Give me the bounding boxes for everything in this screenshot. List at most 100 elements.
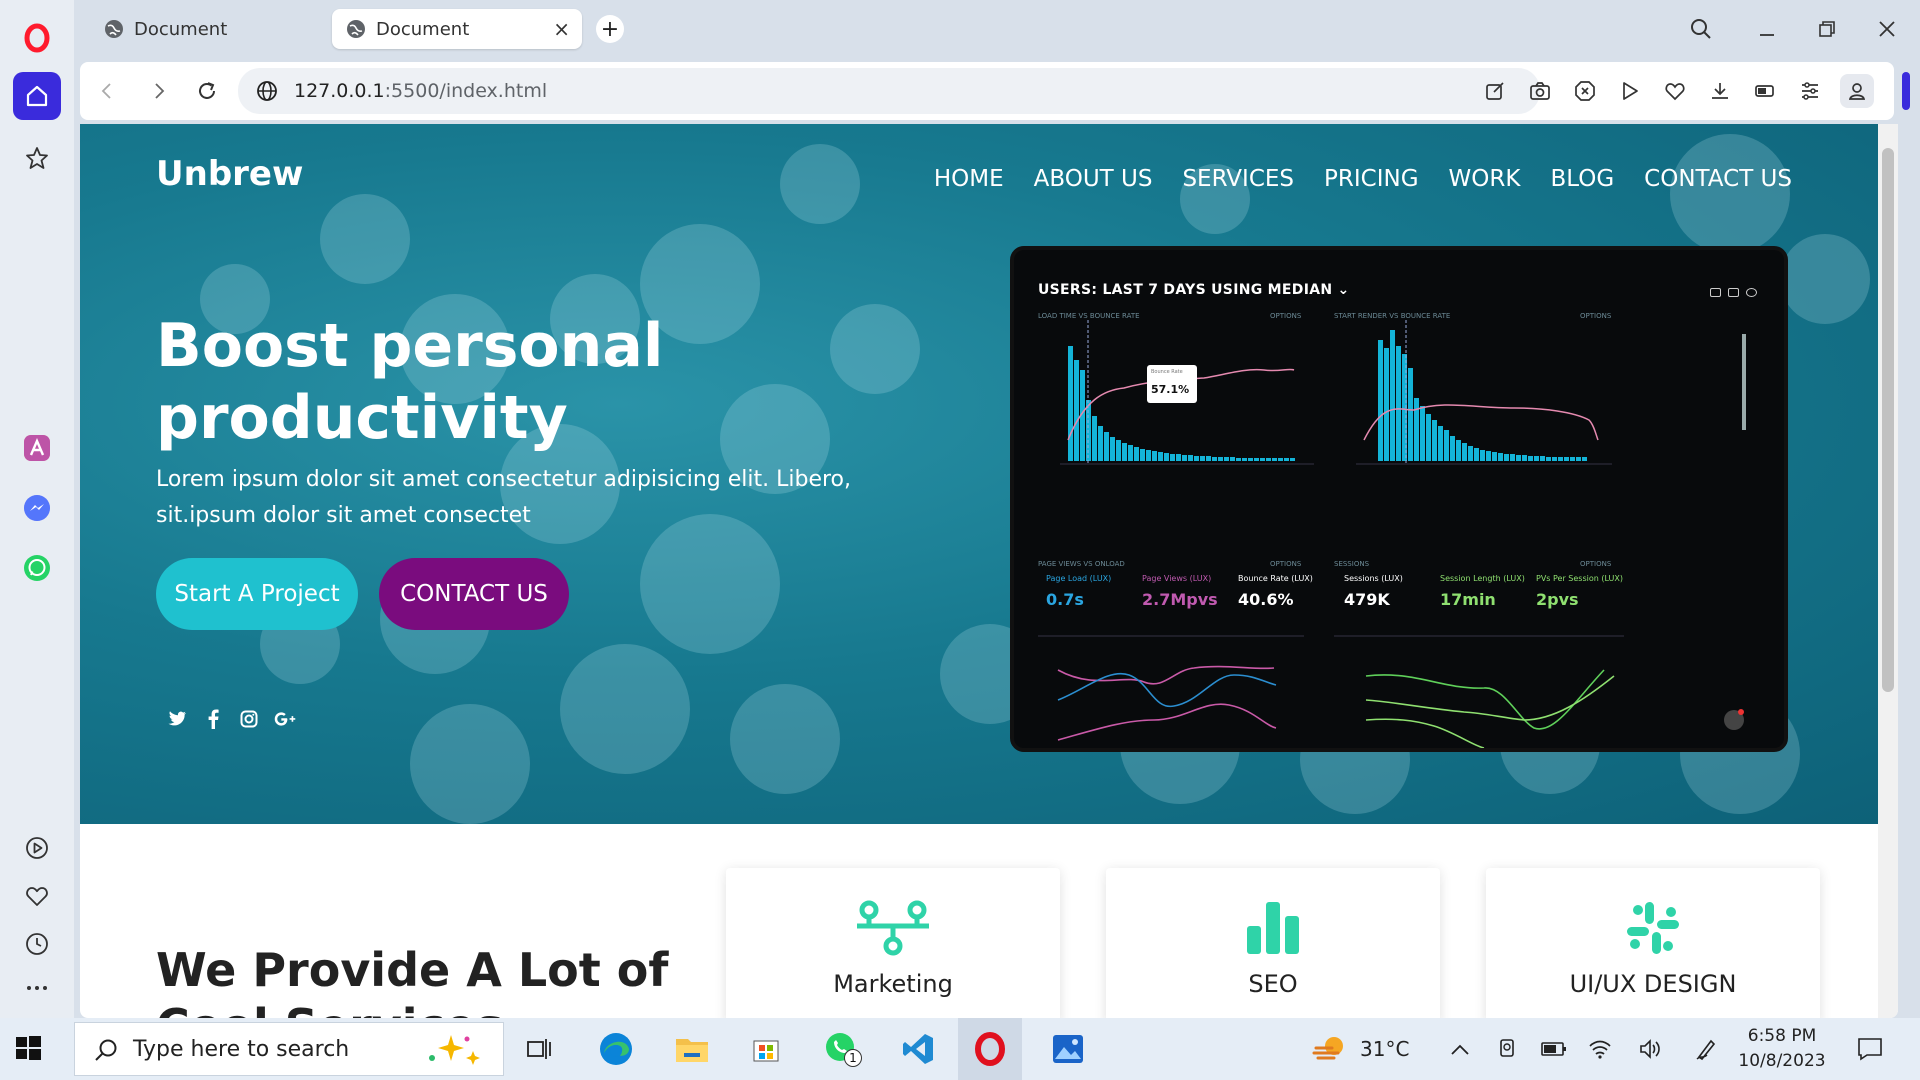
battery-icon[interactable] — [1534, 1029, 1574, 1069]
aria-icon[interactable] — [13, 424, 61, 472]
clock-date: 10/8/2023 — [1738, 1051, 1826, 1071]
hero-section: Unbrew HOME ABOUT US SERVICES PRICING WO… — [80, 124, 1878, 824]
metric-value: 17min — [1440, 590, 1496, 609]
scrollbar-thumb[interactable] — [1882, 148, 1894, 692]
minimize-icon[interactable] — [1752, 14, 1782, 44]
new-tab-button[interactable]: + — [596, 15, 624, 43]
main-nav: HOME ABOUT US SERVICES PRICING WORK BLOG… — [934, 166, 1792, 192]
metric-label: Page Load (LUX) — [1046, 574, 1112, 583]
weather-widget[interactable]: 31°C — [1312, 1018, 1409, 1080]
home-icon[interactable] — [13, 72, 61, 120]
nav-home[interactable]: HOME — [934, 166, 1004, 192]
facebook-icon[interactable] — [202, 708, 224, 730]
wifi-icon[interactable] — [1580, 1029, 1620, 1069]
google-plus-icon[interactable] — [274, 708, 296, 730]
more-icon[interactable] — [13, 964, 61, 1012]
opera-sidebar — [0, 0, 74, 1018]
weather-temp: 31°C — [1360, 1037, 1410, 1061]
restore-icon[interactable] — [1812, 14, 1842, 44]
search-placeholder: Type here to search — [133, 1036, 350, 1062]
contact-us-button[interactable]: CONTACT US — [379, 558, 569, 630]
download-icon[interactable] — [1705, 76, 1735, 106]
page-viewport: Unbrew HOME ABOUT US SERVICES PRICING WO… — [80, 124, 1898, 1018]
dashboard-screenshot: USERS: LAST 7 DAYS USING MEDIAN ⌄ LOAD T… — [1010, 246, 1788, 752]
history-icon[interactable] — [13, 920, 61, 968]
tab-title: Document — [376, 18, 470, 40]
profile-icon[interactable] — [1840, 74, 1874, 108]
battery-saver-icon[interactable] — [1750, 76, 1780, 106]
show-hidden-icons[interactable] — [1440, 1029, 1480, 1069]
notification-icon[interactable] — [1850, 1029, 1890, 1069]
instagram-icon[interactable] — [238, 708, 260, 730]
opera-logo-icon[interactable] — [13, 14, 61, 62]
favorite-heart-icon[interactable] — [1660, 76, 1690, 106]
taskbar-search[interactable]: Type here to search — [74, 1022, 504, 1076]
bokeh — [830, 304, 920, 394]
tab-document-2[interactable]: Document × — [332, 9, 582, 49]
meet-now-icon[interactable] — [1488, 1029, 1528, 1069]
system-clock[interactable]: 6:58 PM 10/8/2023 — [1722, 1024, 1842, 1074]
microsoft-store-icon[interactable] — [746, 1029, 786, 1069]
messenger-icon[interactable] — [13, 484, 61, 532]
file-explorer-icon[interactable] — [672, 1029, 712, 1069]
star-icon[interactable] — [13, 134, 61, 182]
snapshot-edit-icon[interactable] — [1480, 76, 1510, 106]
reload-icon[interactable] — [192, 76, 222, 106]
back-icon[interactable] — [92, 76, 122, 106]
address-bar[interactable]: 127.0.0.1:5500/index.html — [238, 68, 1540, 114]
adblock-icon[interactable] — [1570, 76, 1600, 106]
services-heading: We Provide A Lot ofCool Services — [156, 943, 669, 1018]
nav-contact-us[interactable]: CONTACT US — [1644, 166, 1792, 192]
sidebar-toggle[interactable] — [1902, 72, 1910, 110]
volume-icon[interactable] — [1630, 1029, 1670, 1069]
start-project-button[interactable]: Start A Project — [156, 558, 358, 630]
site-info-icon[interactable] — [256, 80, 278, 102]
opera-taskbar-icon[interactable] — [958, 1018, 1022, 1080]
play-icon[interactable] — [1615, 76, 1645, 106]
bokeh — [1780, 234, 1870, 324]
search-highlight-icon — [429, 1035, 480, 1065]
nav-blog[interactable]: BLOG — [1550, 166, 1614, 192]
bar-chart-icon — [1247, 902, 1299, 954]
service-card-marketing[interactable]: Marketing — [726, 868, 1060, 1018]
service-card-seo[interactable]: SEO — [1106, 868, 1440, 1018]
photos-icon[interactable] — [1048, 1029, 1088, 1069]
clock-time: 6:58 PM — [1747, 1026, 1817, 1046]
nav-services[interactable]: SERVICES — [1182, 166, 1294, 192]
nav-about-us[interactable]: ABOUT US — [1034, 166, 1153, 192]
heart-icon[interactable] — [13, 872, 61, 920]
vscode-icon[interactable] — [898, 1029, 938, 1069]
metric-value: 0.7s — [1046, 590, 1084, 609]
tooltip-label: Bounce Rate — [1151, 369, 1183, 375]
page-scrollbar[interactable] — [1878, 124, 1898, 1018]
close-window-icon[interactable] — [1872, 14, 1902, 44]
nav-work[interactable]: WORK — [1449, 166, 1521, 192]
card-title: Marketing — [833, 970, 953, 998]
whatsapp-taskbar-icon[interactable]: 1 — [822, 1029, 862, 1069]
search-tabs-icon[interactable] — [1686, 14, 1716, 44]
task-view-icon[interactable] — [520, 1029, 560, 1069]
search-icon — [95, 1039, 117, 1061]
pen-icon[interactable] — [1686, 1029, 1726, 1069]
url-host: 127.0.0.1 — [294, 80, 385, 102]
metric-value: 40.6% — [1238, 590, 1294, 609]
windows-start-icon[interactable] — [14, 1034, 42, 1066]
player-icon[interactable] — [13, 824, 61, 872]
globe-icon — [347, 20, 365, 38]
tab-document-1[interactable]: Document — [90, 9, 320, 49]
service-card-uiux[interactable]: UI/UX DESIGN — [1486, 868, 1820, 1018]
twitter-icon[interactable] — [166, 708, 188, 730]
edge-icon[interactable] — [596, 1029, 636, 1069]
site-logo[interactable]: Unbrew — [156, 154, 303, 194]
metric-label: PVs Per Session (LUX) — [1536, 574, 1624, 583]
forward-icon[interactable] — [144, 76, 174, 106]
close-tab-icon[interactable]: × — [553, 17, 570, 41]
bokeh — [1670, 134, 1790, 254]
camera-icon[interactable] — [1525, 76, 1555, 106]
weather-icon — [1312, 1037, 1343, 1060]
hero-title: Boost personal productivity — [156, 311, 664, 453]
whatsapp-sidebar-icon[interactable] — [13, 544, 61, 592]
nav-pricing[interactable]: PRICING — [1324, 166, 1419, 192]
social-links — [166, 708, 296, 730]
easy-setup-icon[interactable] — [1795, 76, 1825, 106]
